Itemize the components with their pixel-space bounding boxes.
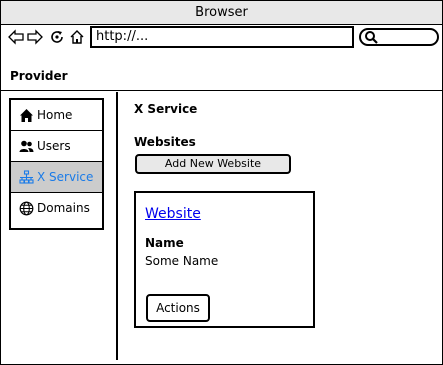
browser-window: Browser http://... Provider Home Users X…: [0, 0, 443, 365]
back-arrow-icon[interactable]: [8, 29, 24, 45]
network-icon: [19, 170, 34, 185]
name-value: Some Name: [145, 254, 219, 268]
users-icon: [19, 139, 34, 154]
website-card: Website Name Some Name Actions: [134, 191, 315, 328]
provider-title: Provider: [10, 69, 68, 83]
page-title: X Service: [134, 102, 198, 116]
address-bar[interactable]: http://...: [90, 26, 354, 48]
name-label: Name: [145, 236, 184, 250]
search-field[interactable]: [359, 28, 439, 46]
sidebar-item-label: X Service: [37, 170, 94, 184]
home-nav-icon[interactable]: [69, 29, 85, 45]
browser-toolbar: http://...: [1, 25, 442, 51]
globe-icon: [19, 201, 34, 216]
home-icon: [19, 108, 34, 123]
sidebar-item-x-service[interactable]: X Service: [11, 162, 102, 193]
reload-icon[interactable]: [49, 29, 65, 45]
forward-arrow-icon[interactable]: [27, 29, 43, 45]
sidebar: Home Users X Service Domains: [9, 98, 104, 230]
websites-heading: Websites: [134, 135, 196, 149]
website-link[interactable]: Website: [145, 206, 201, 222]
sidebar-item-label: Home: [37, 108, 73, 122]
sidebar-item-label: Users: [37, 139, 71, 153]
provider-header: Provider: [1, 52, 442, 91]
sidebar-item-users[interactable]: Users: [11, 131, 102, 162]
sidebar-item-domains[interactable]: Domains: [11, 193, 102, 224]
add-new-website-button[interactable]: Add New Website: [135, 154, 291, 174]
actions-button[interactable]: Actions: [146, 294, 210, 322]
sidebar-item-home[interactable]: Home: [11, 100, 102, 131]
window-title: Browser: [1, 1, 442, 25]
sidebar-item-label: Domains: [37, 201, 90, 215]
search-icon: [365, 31, 378, 44]
content-divider: [116, 92, 118, 360]
